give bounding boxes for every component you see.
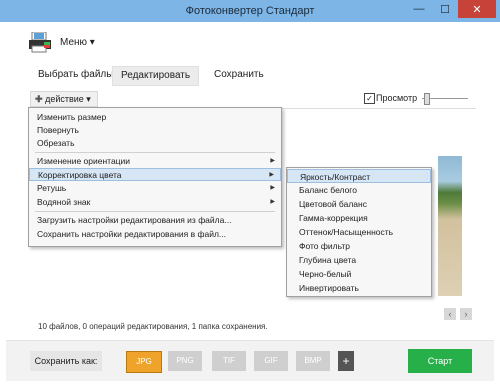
status-text: 10 файлов, 0 операций редактирования, 1 … [38,322,268,331]
format-tif-button[interactable]: TIF [212,351,246,371]
submenu-item-invert[interactable]: Инвертировать [287,281,431,295]
action-label: действие ▾ [45,94,91,104]
tab-select-files[interactable]: Выбрать файлы [38,66,113,84]
app-window: Фотоконвертер Стандарт — ☐ ✕ Меню ▾ Выбр… [0,0,500,386]
photo-thumbnail[interactable] [438,156,462,296]
prev-button[interactable]: ‹ [444,308,456,320]
submenu-item-hue-saturation[interactable]: Оттенок/Насыщенность [287,225,431,239]
format-gif-button[interactable]: GIF [254,351,288,371]
submenu-item-photo-filter[interactable]: Фото фильтр [287,239,431,253]
submenu-arrow-icon: ▶ [270,185,275,191]
submenu-item-white-balance[interactable]: Баланс белого [287,183,431,197]
submenu-item-color-depth[interactable]: Глубина цвета [287,253,431,267]
menu-item-orientation[interactable]: Изменение ориентации ▶ [29,155,281,168]
preview-checkbox[interactable]: ✓ [364,93,375,104]
minimize-button[interactable]: — [406,0,432,18]
plus-icon: ✚ [35,94,43,104]
preview-label: Просмотр [376,93,418,103]
format-png-button[interactable]: PNG [168,351,202,371]
submenu-arrow-icon: ▶ [269,172,274,178]
submenu-item-color-balance[interactable]: Цветовой баланс [287,197,431,211]
tab-save[interactable]: Сохранить [214,66,264,84]
format-jpg-button[interactable]: JPG [126,351,162,373]
menu-item-watermark[interactable]: Водяной знак ▶ [29,196,281,209]
submenu-arrow-icon: ▶ [270,158,275,164]
menu-item-rotate[interactable]: Повернуть [29,124,281,137]
menu-item-label: Корректировка цвета [38,170,122,180]
menu-item-label: Водяной знак [37,197,91,207]
menu-item-crop[interactable]: Обрезать [29,137,281,150]
add-format-button[interactable]: + [338,351,354,371]
close-button[interactable]: ✕ [458,0,496,18]
submenu-arrow-icon: ▶ [270,199,275,205]
next-button[interactable]: › [460,308,472,320]
format-bmp-button[interactable]: BMP [296,351,330,371]
maximize-button[interactable]: ☐ [432,0,458,18]
menu-item-label: Изменение ориентации [37,156,131,166]
tab-edit[interactable]: Редактировать [112,66,200,86]
printer-logo-icon [29,32,51,53]
preview-slider-thumb[interactable] [424,93,430,105]
menu-item-load-settings[interactable]: Загрузить настройки редактирования из фа… [29,214,281,227]
menu-item-save-settings[interactable]: Сохранить настройки редактирования в фай… [29,228,281,241]
menu-separator [35,152,275,153]
menu-item-color-correction[interactable]: Корректировка цвета ▶ [29,168,281,181]
menu-item-resize[interactable]: Изменить размер [29,111,281,124]
submenu-item-black-white[interactable]: Черно-белый [287,267,431,281]
submenu-item-gamma[interactable]: Гамма-коррекция [287,211,431,225]
action-dropdown-button[interactable]: ✚ действие ▾ [30,91,98,107]
title-bar: Фотоконвертер Стандарт — ☐ ✕ [0,0,500,22]
main-menu-button[interactable]: Меню ▾ [60,37,95,48]
menu-item-retouch[interactable]: Ретушь ▶ [29,182,281,195]
menu-item-label: Ретушь [37,183,67,193]
menu-separator [35,211,275,212]
start-button[interactable]: Старт [408,349,472,373]
save-as-label: Сохранить как: [30,351,102,371]
color-correction-submenu: Яркость/Контраст Баланс белого Цветовой … [286,167,432,297]
action-menu: Изменить размер Повернуть Обрезать Измен… [28,107,282,247]
save-bar: Сохранить как: JPG PNG TIF GIF BMP + Ста… [6,340,494,381]
submenu-item-brightness-contrast[interactable]: Яркость/Контраст [287,169,431,183]
